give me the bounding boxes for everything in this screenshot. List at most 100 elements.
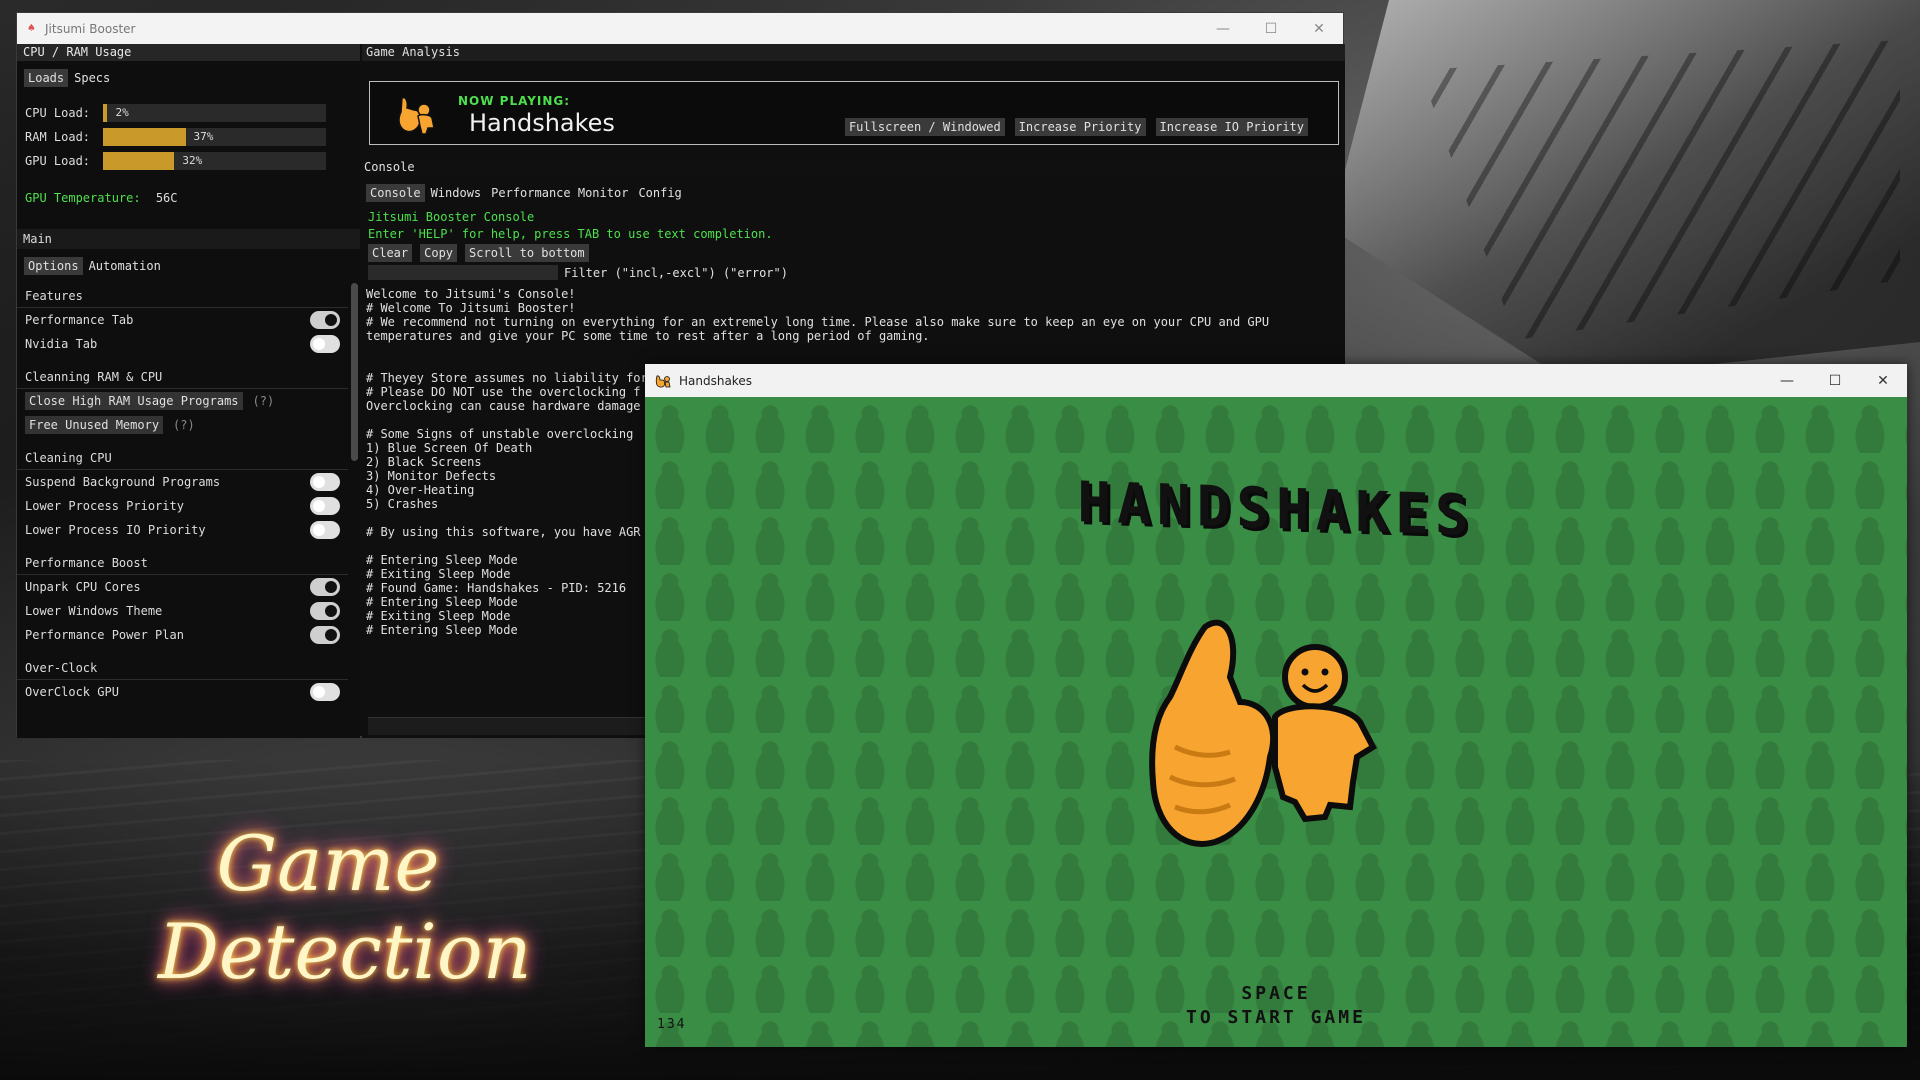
- cpu-load-label: CPU Load:: [25, 106, 91, 120]
- close-high-ram-button[interactable]: Close High RAM Usage Programs: [25, 392, 243, 410]
- increase-priority-button[interactable]: Increase Priority: [1014, 118, 1146, 136]
- minimize-icon[interactable]: —: [1763, 364, 1811, 397]
- close-icon[interactable]: ✕: [1295, 13, 1343, 44]
- tab-performance-monitor[interactable]: Performance Monitor: [487, 184, 632, 202]
- options-scrollbar[interactable]: [351, 283, 358, 461]
- game-app-icon: [655, 374, 671, 387]
- gpu-load-bar: 32%: [103, 152, 326, 170]
- tab-windows[interactable]: Windows: [427, 184, 486, 202]
- game-canvas[interactable]: HANDSHAKES SPACE TO START GAME 134: [645, 397, 1907, 1047]
- usage-tabs: Loads Specs: [17, 61, 360, 87]
- main-header: Main: [17, 229, 360, 249]
- tab-config[interactable]: Config: [634, 184, 685, 202]
- nvidia-tab-toggle[interactable]: [310, 335, 340, 353]
- handshakes-logo-icon: [398, 96, 435, 135]
- maximize-icon[interactable]: ☐: [1247, 13, 1295, 44]
- option-label: Lower Process Priority: [25, 499, 184, 513]
- game-window-title: Handshakes: [679, 373, 752, 388]
- gpu-temp-value: 56C: [155, 191, 178, 205]
- tab-automation[interactable]: Automation: [85, 257, 165, 275]
- gpu-load-fill: [103, 152, 175, 170]
- booster-titlebar[interactable]: ♠ Jitsumi Booster — ☐ ✕: [17, 13, 1343, 44]
- console-log-line: # Welcome To Jitsumi Booster!: [366, 301, 576, 315]
- prompt-line-1: SPACE: [1241, 983, 1311, 1004]
- now-playing-card: NOW PLAYING: Handshakes Fullscreen / Win…: [369, 81, 1339, 145]
- overclock-gpu-toggle[interactable]: [310, 683, 340, 701]
- option-label: Lower Process IO Priority: [25, 523, 206, 537]
- perf-boost-group-title: Performance Boost: [17, 542, 348, 575]
- cpu-load-value: 2%: [115, 106, 129, 119]
- close-icon[interactable]: ✕: [1859, 364, 1907, 397]
- performance-tab-toggle[interactable]: [310, 311, 340, 329]
- now-playing-label: NOW PLAYING:: [458, 94, 571, 108]
- console-actions: Clear Copy Scroll to bottom: [368, 244, 589, 262]
- promo-line-2: Detection: [158, 907, 532, 996]
- usage-header: CPU / RAM Usage: [17, 44, 360, 61]
- ram-load-value: 37%: [193, 130, 214, 143]
- console-scroll-bottom-button[interactable]: Scroll to bottom: [465, 244, 589, 262]
- promo-title: Game Detection: [158, 819, 532, 996]
- console-tabs: Console Windows Performance Monitor Conf…: [366, 184, 686, 202]
- option-unpark-cores: Unpark CPU Cores: [17, 575, 348, 599]
- tab-specs[interactable]: Specs: [70, 69, 114, 87]
- option-label: Suspend Background Programs: [25, 475, 221, 489]
- option-lower-theme: Lower Windows Theme: [17, 599, 348, 623]
- free-unused-memory-button[interactable]: Free Unused Memory: [25, 416, 164, 434]
- ram-load-bar: 37%: [103, 128, 326, 146]
- console-log-line: temperatures and give your PC some time …: [366, 329, 930, 343]
- console-intro-help: Enter 'HELP' for help, press TAB to use …: [368, 227, 773, 241]
- help-marker[interactable]: (?): [253, 394, 275, 408]
- now-playing-title: Handshakes: [469, 109, 615, 137]
- console-intro-title: Jitsumi Booster Console: [368, 210, 535, 224]
- booster-app-icon: ♠: [27, 22, 36, 34]
- console-filter-label: Filter ("incl,-excl") ("error"): [564, 265, 788, 280]
- options-scroll-area: Features Performance Tab Nvidia Tab Clea…: [17, 275, 360, 738]
- unpark-cores-toggle[interactable]: [310, 578, 340, 596]
- console-copy-button[interactable]: Copy: [420, 244, 458, 262]
- suspend-background-toggle[interactable]: [310, 473, 340, 491]
- lower-theme-toggle[interactable]: [310, 602, 340, 620]
- lower-io-priority-toggle[interactable]: [310, 521, 340, 539]
- gpu-temp-label: GPU Temperature:: [25, 191, 141, 205]
- power-plan-toggle[interactable]: [310, 626, 340, 644]
- increase-io-priority-button[interactable]: Increase IO Priority: [1155, 118, 1308, 136]
- gpu-load-value: 32%: [182, 154, 203, 167]
- option-label: Unpark CPU Cores: [25, 580, 141, 594]
- tab-options[interactable]: Options: [24, 257, 83, 275]
- option-overclock-gpu: OverClock GPU: [17, 680, 348, 704]
- tab-loads[interactable]: Loads: [24, 69, 69, 87]
- game-logo-text: HANDSHAKES: [1077, 470, 1475, 549]
- option-label: Performance Tab: [25, 313, 134, 327]
- maximize-icon[interactable]: ☐: [1811, 364, 1859, 397]
- option-label: Performance Power Plan: [25, 628, 184, 642]
- lower-priority-toggle[interactable]: [310, 497, 340, 515]
- main-tabs: Options Automation: [17, 249, 360, 275]
- ram-load-row: RAM Load: 37%: [25, 125, 352, 149]
- console-filter-row: Filter ("incl,-excl") ("error"): [368, 265, 788, 280]
- option-label: Nvidia Tab: [25, 337, 98, 351]
- features-group-title: Features: [17, 275, 348, 308]
- promo-line-1: Game: [216, 819, 440, 908]
- game-window-controls: — ☐ ✕: [1763, 364, 1907, 397]
- console-clear-button[interactable]: Clear: [368, 244, 413, 262]
- booster-window-title: Jitsumi Booster: [45, 21, 136, 36]
- console-header: Console: [362, 159, 1345, 176]
- minimize-icon[interactable]: —: [1199, 13, 1247, 44]
- help-marker[interactable]: (?): [173, 418, 195, 432]
- game-analysis-header: Game Analysis: [362, 44, 1345, 61]
- tab-console[interactable]: Console: [366, 184, 425, 202]
- option-nvidia-tab: Nvidia Tab: [17, 332, 348, 356]
- console-filter-input[interactable]: [368, 265, 558, 280]
- cpu-load-fill: [103, 104, 108, 122]
- option-label: OverClock GPU: [25, 685, 119, 699]
- option-lower-priority: Lower Process Priority: [17, 494, 348, 518]
- game-counter: 134: [657, 1017, 687, 1032]
- booster-window-controls: — ☐ ✕: [1199, 13, 1343, 44]
- cpu-load-row: CPU Load: 2%: [25, 101, 352, 125]
- thumbs-up-mascot-icon: [1149, 619, 1377, 847]
- game-start-prompt: SPACE TO START GAME: [645, 982, 1907, 1030]
- gpu-load-label: GPU Load:: [25, 154, 91, 168]
- game-titlebar[interactable]: Handshakes — ☐ ✕: [645, 364, 1907, 397]
- fullscreen-toggle-button[interactable]: Fullscreen / Windowed: [844, 118, 1005, 136]
- left-panel: CPU / RAM Usage Loads Specs CPU Load: 2%…: [17, 44, 360, 738]
